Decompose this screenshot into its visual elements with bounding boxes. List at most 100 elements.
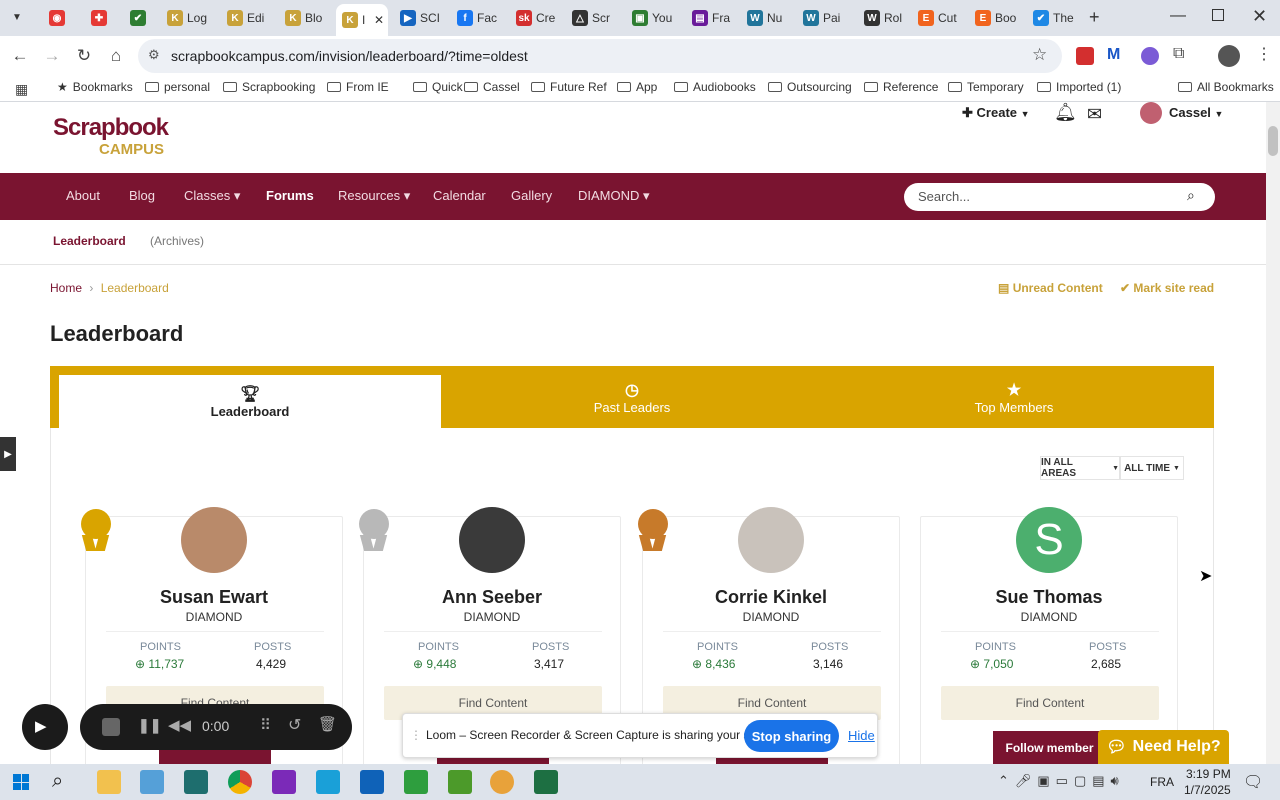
nav-item-blog[interactable]: Blog <box>129 188 155 203</box>
bookmark-item[interactable]: Audiobooks <box>674 80 756 94</box>
app-round-icon[interactable] <box>490 770 514 794</box>
app-sheet-icon[interactable] <box>448 770 472 794</box>
user-avatar[interactable] <box>1140 102 1162 124</box>
page-scrollbar[interactable] <box>1266 102 1280 764</box>
loom-camera-button[interactable]: ▶︎ <box>22 704 68 750</box>
forward-button[interactable]: → <box>40 44 64 68</box>
search-icon[interactable]: ⌕ <box>1187 187 1195 204</box>
tab-top-members[interactable]: ★ Top Members <box>823 366 1205 428</box>
nav-item-calendar[interactable]: Calendar <box>433 188 486 203</box>
nav-item-gallery[interactable]: Gallery <box>511 188 552 203</box>
follow-member-button[interactable]: Follow member <box>993 731 1106 764</box>
language-indicator[interactable]: FRA <box>1150 775 1174 789</box>
extension-icon-colorful[interactable] <box>1141 47 1159 65</box>
browser-tab[interactable]: K I ✕ <box>336 4 388 36</box>
notifications-icon[interactable]: 🗨︎ <box>1243 772 1263 792</box>
browser-menu-icon[interactable]: ⋮ <box>1256 44 1272 64</box>
pause-icon[interactable]: ❚❚ <box>138 717 161 734</box>
site-info-icon[interactable]: ⚙ <box>148 47 160 63</box>
home-button[interactable]: ⌂ <box>104 44 128 68</box>
excel-icon[interactable] <box>534 770 558 794</box>
bookmark-item[interactable]: Imported (1) <box>1037 80 1121 94</box>
publisher-icon[interactable] <box>184 770 208 794</box>
stop-recording-button[interactable] <box>102 718 120 736</box>
search-box[interactable]: Search... ⌕ <box>904 183 1215 211</box>
filter-time-dropdown[interactable]: ALL TIME ▼ <box>1120 456 1184 480</box>
browser-tab[interactable]: ✔ The <box>1027 5 1079 31</box>
member-name[interactable]: Ann Seeber <box>364 587 620 608</box>
address-bar[interactable]: ⚙ scrapbookcampus.com/invision/leaderboa… <box>138 39 1062 73</box>
unread-content-link[interactable]: ▤ Unread Content <box>998 281 1103 295</box>
browser-tab[interactable]: f Fac <box>451 5 503 31</box>
site-logo[interactable]: Scrapbook CAMPUS <box>53 114 169 162</box>
scroll-thumb[interactable] <box>1268 126 1278 156</box>
search-input[interactable]: Search... <box>918 189 970 204</box>
bookmark-star-icon[interactable]: ☆ <box>1032 45 1047 65</box>
app-blue-icon[interactable] <box>316 770 340 794</box>
browser-tab[interactable]: ▤ Fra <box>686 5 738 31</box>
browser-tab[interactable]: △ Scr <box>566 5 618 31</box>
browser-tab[interactable]: K Blo <box>279 5 331 31</box>
all-bookmarks[interactable]: All Bookmarks <box>1178 80 1274 94</box>
bookmark-item[interactable]: personal <box>145 80 210 94</box>
nav-item-forums[interactable]: Forums <box>266 188 314 203</box>
member-name[interactable]: Sue Thomas <box>921 587 1177 608</box>
bookmark-item[interactable]: Temporary <box>948 80 1024 94</box>
bookmark-item[interactable]: Scrapbooking <box>223 80 315 94</box>
new-tab-button[interactable]: + <box>1089 7 1100 28</box>
bookmark-item[interactable]: App <box>617 80 657 94</box>
create-menu[interactable]: ✚ Create ▼ <box>962 105 1030 121</box>
user-menu[interactable]: Cassel ▼ <box>1169 105 1223 120</box>
avatar[interactable]: S <box>1016 507 1082 573</box>
messages-envelope-icon[interactable]: ✉ <box>1087 104 1102 125</box>
apps-grid-icon[interactable]: ▦ <box>15 81 28 98</box>
avatar[interactable] <box>181 507 247 573</box>
search-taskbar-icon[interactable]: ⌕ <box>52 770 63 793</box>
extension-icon-m[interactable]: M <box>1107 46 1120 64</box>
chrome-icon[interactable] <box>228 770 252 794</box>
rewind-icon[interactable]: ◀◀ <box>168 716 191 734</box>
windows-start-icon[interactable] <box>13 774 29 790</box>
browser-tab[interactable]: K Log <box>161 5 213 31</box>
tab-leaderboard[interactable]: 🏆︎ Leaderboard <box>59 375 441 428</box>
bookmark-item[interactable]: Quick <box>413 80 463 94</box>
subnav-archives[interactable]: (Archives) <box>150 234 204 248</box>
bookmark-item[interactable]: Future Ref <box>531 80 607 94</box>
nav-item-resources[interactable]: Resources ▾ <box>338 188 410 204</box>
sidebar-toggle[interactable]: ▶ <box>0 437 16 471</box>
reload-button[interactable]: ↻ <box>72 44 96 68</box>
avatar[interactable] <box>459 507 525 573</box>
browser-tab[interactable]: sk Cre <box>510 5 562 31</box>
member-name[interactable]: Corrie Kinkel <box>643 587 899 608</box>
paint-icon[interactable] <box>140 770 164 794</box>
tab-past-leaders[interactable]: ◷ Past Leaders <box>441 366 823 428</box>
mark-site-read-link[interactable]: ✔ Mark site read <box>1120 281 1214 295</box>
file-explorer-icon[interactable] <box>97 770 121 794</box>
app-green-icon[interactable] <box>404 770 428 794</box>
browser-tab[interactable]: ◉ <box>43 5 73 31</box>
browser-tab[interactable]: ▶ SCI <box>394 5 446 31</box>
close-tab-icon[interactable]: ✕ <box>374 13 384 27</box>
subnav-leaderboard[interactable]: Leaderboard <box>53 234 126 248</box>
avatar[interactable] <box>738 507 804 573</box>
restore-button[interactable] <box>1212 9 1224 21</box>
hide-link[interactable]: Hide <box>848 728 875 743</box>
notifications-bell-icon[interactable]: 🔔︎ <box>1054 102 1077 123</box>
nav-item-about[interactable]: About <box>66 188 100 203</box>
browser-tab[interactable]: W Rol <box>858 5 910 31</box>
clock-time[interactable]: 3:19 PM <box>1186 767 1231 781</box>
bookmark-item[interactable]: Outsourcing <box>768 80 852 94</box>
back-button[interactable]: ← <box>8 44 32 68</box>
browser-tab[interactable]: ✔ <box>124 5 154 31</box>
browser-tab[interactable]: W Pai <box>797 5 849 31</box>
drag-handle-icon[interactable]: ⋮ <box>410 728 422 742</box>
browser-tab[interactable]: E Cut <box>912 5 964 31</box>
browser-tab[interactable]: K Edi <box>221 5 273 31</box>
stop-sharing-button[interactable]: Stop sharing <box>744 720 839 752</box>
minimize-button[interactable]: — <box>1170 7 1186 25</box>
extensions-puzzle-icon[interactable]: ⧉ <box>1173 45 1184 63</box>
tray-icons[interactable]: ⌃🎤︎▣▭▢▤🔊︎ <box>998 773 1125 789</box>
bookmark-item[interactable]: Reference <box>864 80 938 94</box>
profile-avatar[interactable] <box>1218 45 1240 67</box>
browser-tab[interactable]: ✚ <box>85 5 115 31</box>
